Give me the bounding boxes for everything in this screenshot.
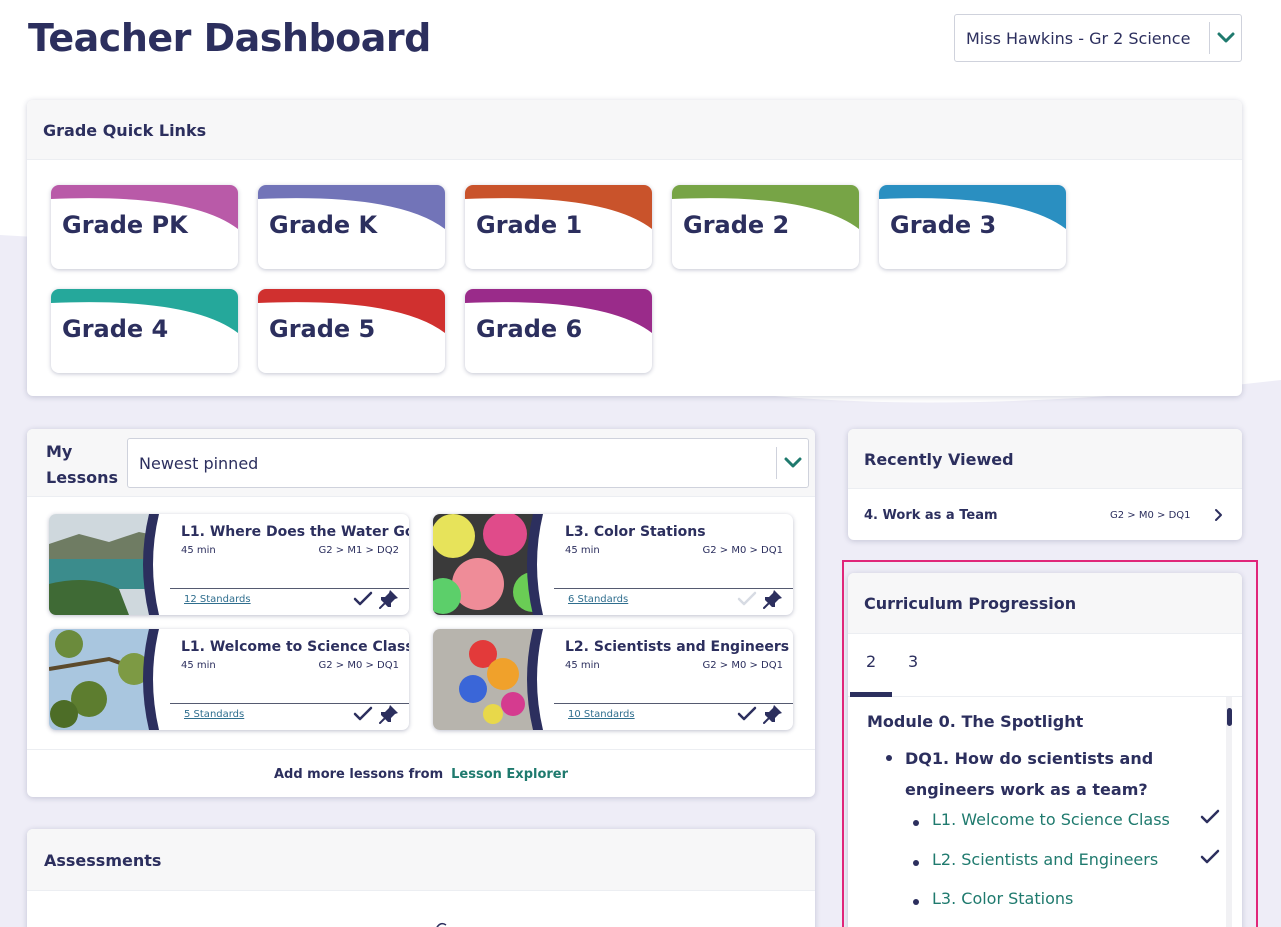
curriculum-progression-card: Curriculum Progression 2 3 Module 0. The… xyxy=(848,573,1242,927)
standards-link[interactable]: 6 Standards xyxy=(568,594,628,605)
dashboard-page: Teacher Dashboard Miss Hawkins - Gr 2 Sc… xyxy=(0,0,1281,927)
grade-tile-label: Grade 1 xyxy=(476,211,583,239)
chevron-right-icon[interactable] xyxy=(1214,508,1224,522)
lesson-card[interactable]: L1. Where Does the Water Go? 45 min G2 > M… xyxy=(49,514,409,615)
grade-quick-links-title: Grade Quick Links xyxy=(27,100,1242,160)
my-lessons-card: My Lessons Newest pinned L1. Where Does … xyxy=(27,429,815,797)
grade-tile[interactable]: Grade 2 xyxy=(672,185,859,269)
bullet-icon xyxy=(913,899,919,905)
standards-link[interactable]: 12 Standards xyxy=(184,594,251,605)
recent-item[interactable]: 4. Work as a Team G2 > M0 > DQ1 xyxy=(848,489,1242,540)
grade-tile[interactable]: Grade 3 xyxy=(879,185,1066,269)
progression-lesson-link[interactable]: L3. Color Stations xyxy=(932,889,1073,908)
grade-tile[interactable]: Grade 1 xyxy=(465,185,652,269)
lesson-title[interactable]: L2. Scientists and Engineers xyxy=(565,639,789,655)
divider xyxy=(170,588,409,589)
recent-item-path: G2 > M0 > DQ1 xyxy=(1110,510,1191,521)
my-lessons-header: My Lessons Newest pinned xyxy=(27,429,815,497)
module-title: Module 0. The Spotlight xyxy=(867,712,1084,731)
divider xyxy=(170,703,409,704)
pin-icon[interactable] xyxy=(379,589,399,609)
grade-tile[interactable]: Grade K xyxy=(258,185,445,269)
grade-tile-label: Grade K xyxy=(269,211,378,239)
lesson-thumbnail xyxy=(49,629,179,730)
recently-viewed-title: Recently Viewed xyxy=(848,429,1242,489)
lesson-card[interactable]: L1. Welcome to Science Class 45 min G2 > M… xyxy=(49,629,409,730)
lesson-duration: 45 min xyxy=(181,660,216,671)
my-lessons-title: My Lessons xyxy=(46,442,118,487)
pin-icon[interactable] xyxy=(379,704,399,724)
lesson-path: G2 > M0 > DQ1 xyxy=(318,660,399,671)
check-icon[interactable] xyxy=(353,706,373,722)
lesson-duration: 45 min xyxy=(565,660,600,671)
assessments-title: Assessments xyxy=(27,829,815,891)
lesson-duration: 45 min xyxy=(565,545,600,556)
grade-tile-label: Grade 2 xyxy=(683,211,790,239)
bullet-icon xyxy=(913,820,919,826)
bullet-icon xyxy=(913,860,919,866)
check-icon xyxy=(1200,809,1220,824)
divider xyxy=(554,703,793,704)
lesson-sort-value: Newest pinned xyxy=(139,453,259,473)
scrollbar-track[interactable] xyxy=(1226,697,1232,927)
class-selector-value: Miss Hawkins - Gr 2 Science xyxy=(966,28,1191,48)
lesson-title[interactable]: L1. Where Does the Water Go? xyxy=(181,524,409,540)
standards-link[interactable]: 10 Standards xyxy=(568,709,635,720)
grade-tile-label: Grade 5 xyxy=(269,315,376,343)
lesson-thumbnail xyxy=(433,514,563,615)
recently-viewed-card: Recently Viewed 4. Work as a Team G2 > M… xyxy=(848,429,1242,540)
standards-link[interactable]: 5 Standards xyxy=(184,709,244,720)
grade-tile-label: Grade 4 xyxy=(62,315,169,343)
tab-grade-3[interactable]: 3 xyxy=(908,652,918,671)
class-selector[interactable]: Miss Hawkins - Gr 2 Science xyxy=(954,14,1242,62)
lesson-card[interactable]: L3. Color Stations 45 min G2 > M0 > DQ1 6 S… xyxy=(433,514,793,615)
pin-icon[interactable] xyxy=(763,704,783,724)
check-icon[interactable] xyxy=(737,706,757,722)
pin-icon[interactable] xyxy=(763,589,783,609)
loading-icon xyxy=(436,922,447,927)
grade-tile-label: Grade 6 xyxy=(476,315,583,343)
footer-text: Add more lessons from xyxy=(273,767,444,782)
lesson-duration: 45 min xyxy=(181,545,216,556)
grade-tile[interactable]: Grade 5 xyxy=(258,289,445,373)
grade-tile-label: Grade PK xyxy=(62,211,188,239)
lesson-card[interactable]: L2. Scientists and Engineers 45 min G2 > M… xyxy=(433,629,793,730)
grade-tile-label: Grade 3 xyxy=(890,211,997,239)
check-icon[interactable] xyxy=(737,591,757,607)
grade-tile[interactable]: Grade 4 xyxy=(51,289,238,373)
my-lessons-footer: Add more lessons from Lesson Explorer xyxy=(27,749,815,797)
lesson-thumbnail xyxy=(49,514,179,615)
chevron-down-icon[interactable] xyxy=(776,447,808,479)
tab-grade-2[interactable]: 2 xyxy=(866,652,876,671)
check-icon[interactable] xyxy=(353,591,373,607)
grade-tile[interactable]: Grade 6 xyxy=(465,289,652,373)
progression-lesson-link[interactable]: L1. Welcome to Science Class xyxy=(932,810,1170,829)
lesson-path: G2 > M0 > DQ1 xyxy=(702,545,783,556)
check-icon xyxy=(1200,849,1220,864)
lesson-sort-select[interactable]: Newest pinned xyxy=(127,438,809,488)
grade-tile[interactable]: Grade PK xyxy=(51,185,238,269)
page-title: Teacher Dashboard xyxy=(28,16,431,60)
grade-tabs: 2 3 xyxy=(848,634,1242,697)
lesson-title[interactable]: L1. Welcome to Science Class xyxy=(181,639,409,655)
lesson-thumbnail xyxy=(433,629,563,730)
recent-item-name: 4. Work as a Team xyxy=(864,508,998,523)
curriculum-progression-title: Curriculum Progression xyxy=(848,573,1242,634)
lesson-title[interactable]: L3. Color Stations xyxy=(565,524,706,540)
driving-question: DQ1. How do scientists and engineers wor… xyxy=(905,749,1154,799)
bullet-icon xyxy=(886,755,892,761)
progression-lesson-link[interactable]: L2. Scientists and Engineers xyxy=(932,850,1158,869)
divider xyxy=(554,588,793,589)
lesson-path: G2 > M1 > DQ2 xyxy=(318,545,399,556)
grade-quick-links-card: Grade Quick Links Grade PK Grade K Grade 1… xyxy=(27,100,1242,396)
lesson-explorer-link[interactable]: Lesson Explorer xyxy=(451,767,568,782)
progression-list: Module 0. The Spotlight DQ1. How do scie… xyxy=(848,697,1242,927)
lesson-path: G2 > M0 > DQ1 xyxy=(702,660,783,671)
assessments-card: Assessments xyxy=(27,829,815,927)
scrollbar-thumb[interactable] xyxy=(1227,708,1232,726)
chevron-down-icon[interactable] xyxy=(1209,22,1241,54)
